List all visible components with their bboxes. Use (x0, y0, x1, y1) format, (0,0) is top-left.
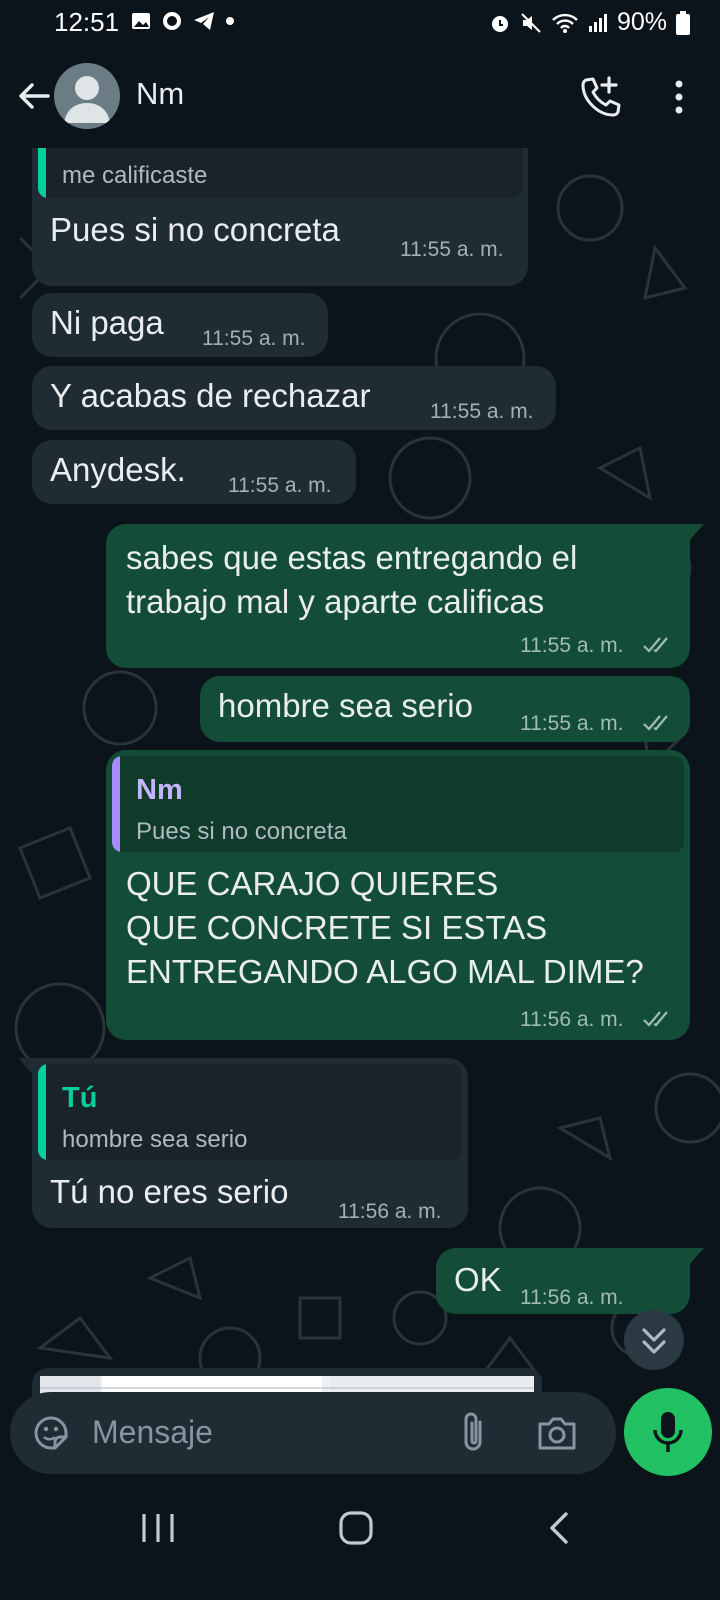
message-incoming[interactable]: Tú hombre sea serio Tú no eres serio 11:… (32, 1058, 468, 1228)
message-outgoing[interactable]: sabes que estas entregando el trabajo ma… (106, 524, 690, 668)
signal-icon (588, 13, 607, 32)
message-outgoing[interactable]: hombre sea serio 11:55 a. m. (200, 676, 690, 742)
status-time: 12:51 (54, 7, 120, 37)
telegram-icon (194, 12, 214, 30)
dot-icon (226, 17, 234, 25)
chat-area[interactable]: Tú me calificaste Pues si no concreta 11… (0, 148, 720, 1398)
voice-message-button[interactable] (624, 1388, 712, 1476)
double-check-icon (643, 637, 668, 653)
message-text: Pues si no concreta (50, 211, 340, 248)
message-time: 11:55 a. m. (202, 327, 306, 350)
system-nav-bar (0, 1480, 720, 1600)
mute-icon (521, 12, 541, 33)
scroll-to-bottom-button[interactable] (624, 1310, 684, 1370)
contact-name[interactable]: Nm (136, 76, 184, 112)
quote-bar (38, 1064, 46, 1160)
message-text: Ni paga (50, 304, 164, 341)
message-text: Y acabas de rechazar (50, 377, 371, 414)
chat-header: Nm (0, 46, 720, 149)
quote-text: Pues si no concreta (136, 818, 347, 845)
battery-icon (676, 10, 690, 35)
avatar[interactable] (54, 63, 120, 129)
alarm-icon (491, 15, 508, 32)
bubble-tail (688, 1248, 704, 1266)
notification-icons (130, 10, 235, 32)
message-text: OK (454, 1261, 502, 1298)
image-icon (132, 13, 150, 29)
message-text-line: ENTREGANDO ALGO MAL DIME? (126, 953, 644, 990)
message-time: 11:56 a. m. (338, 1200, 442, 1223)
double-check-icon (643, 715, 668, 731)
message-input-bar: Mensaje (10, 1392, 616, 1474)
quote-bar (112, 756, 120, 852)
message-incoming[interactable]: Anydesk. 11:55 a. m. (32, 440, 356, 504)
quote-bar (38, 148, 46, 198)
message-text: Anydesk. (50, 451, 186, 488)
mic-icon (653, 1412, 683, 1452)
message-text: hombre sea serio (218, 687, 473, 724)
quote-text: me calificaste (62, 162, 208, 189)
message-time: 11:55 a. m. (520, 712, 624, 735)
bubble-tail (688, 524, 704, 542)
status-bar: 12:51 90% (0, 0, 720, 46)
message-input[interactable]: Mensaje (92, 1414, 213, 1451)
quoted-message[interactable]: Tú me calificaste (38, 148, 522, 198)
message-incoming[interactable]: Ni paga 11:55 a. m. (32, 293, 328, 357)
message-outgoing[interactable]: Nm Pues si no concreta QUE CARAJO QUIERE… (106, 750, 690, 1040)
message-text-line: QUE CARAJO QUIERES (126, 865, 499, 902)
message-text-line: trabajo mal y aparte calificas (126, 583, 545, 620)
whatsapp-icon (163, 12, 181, 30)
quote-author: Nm (136, 774, 183, 806)
message-incoming[interactable]: Tú me calificaste Pues si no concreta 11… (32, 148, 528, 286)
message-outgoing[interactable]: OK 11:56 a. m. (436, 1248, 690, 1314)
camera-icon[interactable] (536, 1412, 578, 1454)
message-time: 11:55 a. m. (228, 474, 332, 497)
message-time: 11:56 a. m. (520, 1286, 624, 1309)
message-time: 11:55 a. m. (430, 400, 534, 423)
quoted-message[interactable]: Tú hombre sea serio (38, 1064, 462, 1160)
message-time: 11:56 a. m. (520, 1008, 624, 1031)
double-check-icon (643, 1011, 668, 1027)
attach-icon[interactable] (454, 1410, 492, 1456)
system-icons: 90% (489, 8, 690, 37)
battery-percent: 90% (616, 8, 667, 36)
quote-author: Tú (62, 148, 97, 155)
quote-author: Tú (62, 1082, 98, 1114)
sticker-icon[interactable] (30, 1412, 72, 1454)
message-text-line: QUE CONCRETE SI ESTAS (126, 909, 548, 946)
nav-back-icon[interactable] (540, 1508, 580, 1548)
quoted-message[interactable]: Nm Pues si no concreta (112, 756, 684, 852)
wifi-icon (552, 13, 578, 33)
message-text-line: sabes que estas entregando el (126, 539, 578, 576)
quote-text: hombre sea serio (62, 1126, 248, 1153)
add-call-icon[interactable] (578, 74, 624, 120)
recents-icon[interactable] (138, 1510, 178, 1546)
back-arrow-icon[interactable] (14, 76, 54, 116)
more-vert-icon[interactable] (664, 76, 694, 118)
message-text: Tú no eres serio (50, 1173, 289, 1210)
home-icon[interactable] (336, 1508, 376, 1548)
default-avatar-icon (64, 76, 110, 123)
message-time: 11:55 a. m. (400, 238, 504, 261)
message-time: 11:55 a. m. (520, 634, 624, 657)
chevron-double-down-icon (642, 1328, 666, 1354)
message-incoming[interactable]: Y acabas de rechazar 11:55 a. m. (32, 366, 556, 430)
